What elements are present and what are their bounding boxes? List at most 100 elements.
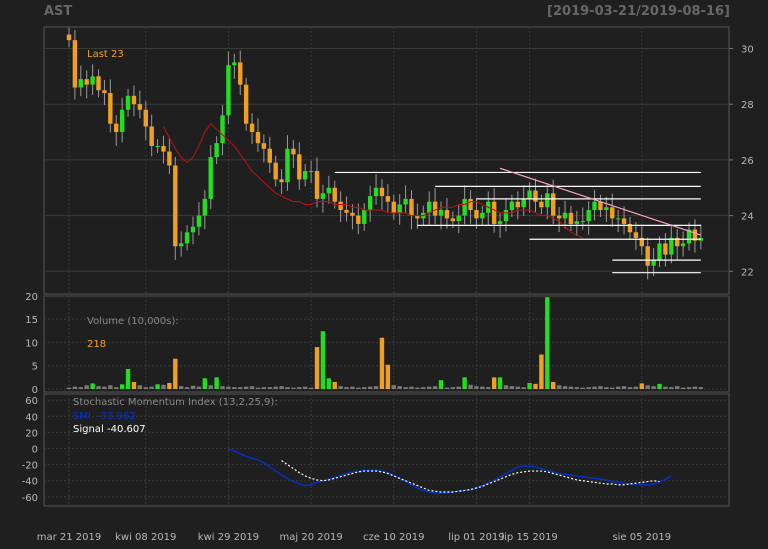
x-tick-label: kwi 29 2019 bbox=[198, 532, 259, 543]
candle-up bbox=[545, 193, 550, 208]
smi-tick-label: 40 bbox=[25, 412, 38, 423]
candle-down bbox=[468, 198, 473, 211]
candle-down bbox=[279, 179, 284, 183]
volume-bar bbox=[633, 386, 639, 389]
chart-frame bbox=[43, 26, 730, 507]
candle-up bbox=[90, 76, 95, 85]
volume-bar bbox=[314, 347, 320, 389]
candle-down bbox=[131, 95, 137, 105]
volume-bar bbox=[267, 387, 272, 389]
volume-bar bbox=[338, 386, 343, 389]
volume-bar bbox=[509, 386, 515, 389]
smi-tick-label: -60 bbox=[22, 493, 38, 504]
grid-lines bbox=[44, 27, 729, 506]
volume-bar bbox=[356, 387, 361, 389]
volume-bar bbox=[72, 386, 78, 389]
candle-up bbox=[308, 171, 314, 173]
volume-bar bbox=[326, 378, 332, 389]
volume-bar bbox=[692, 386, 698, 389]
candle-down bbox=[332, 187, 337, 202]
volume-bar bbox=[486, 387, 491, 389]
volume-tick-label: 20 bbox=[25, 292, 38, 303]
candle-down bbox=[568, 212, 574, 224]
volume-bar bbox=[149, 386, 154, 389]
volume-bar bbox=[297, 387, 302, 389]
candle-down bbox=[108, 93, 113, 124]
price-tick-label: 26 bbox=[741, 156, 754, 167]
x-tick-label: maj 20 2019 bbox=[280, 532, 343, 543]
candle-down bbox=[297, 154, 302, 180]
smi-legend-value: -33.962 bbox=[97, 411, 136, 422]
volume-bar bbox=[503, 385, 509, 389]
volume-bar bbox=[615, 386, 621, 389]
volume-bar bbox=[444, 387, 450, 389]
volume-bar bbox=[308, 387, 314, 389]
candle-up bbox=[427, 201, 432, 213]
candle-up bbox=[651, 260, 656, 266]
volume-bar bbox=[344, 387, 349, 389]
candle-up bbox=[362, 210, 367, 224]
candle-down bbox=[409, 198, 414, 216]
candle-up bbox=[214, 143, 219, 158]
volume-bar bbox=[196, 386, 202, 389]
candle-down bbox=[66, 34, 72, 41]
smi-panel-frame bbox=[43, 393, 730, 507]
volume-bar bbox=[178, 386, 184, 389]
volume-bar bbox=[480, 386, 485, 389]
candle-up bbox=[669, 237, 674, 255]
candle-up bbox=[178, 243, 184, 247]
candle-up bbox=[615, 218, 621, 220]
candle-up bbox=[226, 65, 231, 116]
volume-bar bbox=[332, 382, 337, 389]
candle-down bbox=[149, 126, 154, 146]
volume-bar bbox=[421, 387, 426, 389]
candle-up bbox=[562, 212, 568, 219]
candle-down bbox=[161, 145, 166, 152]
volume-bar bbox=[651, 386, 656, 389]
volume-bar bbox=[238, 387, 243, 389]
smi-title: Stochastic Momentum Index (13,2,25,9): bbox=[73, 397, 278, 408]
volume-bar bbox=[680, 387, 686, 389]
stock-chart: mar 21 2019 kwi 08 2019 kwi 29 2019 maj 20 … bbox=[22, 26, 754, 543]
volume-bar bbox=[580, 387, 585, 389]
volume-bar bbox=[190, 385, 196, 389]
candle-down bbox=[173, 165, 178, 247]
price-tick-label: 24 bbox=[741, 212, 754, 223]
candle-up bbox=[521, 198, 526, 208]
volume-bar bbox=[261, 387, 267, 389]
candle-down bbox=[539, 201, 544, 208]
volume-bar bbox=[604, 387, 609, 389]
volume-bar bbox=[320, 331, 326, 389]
volume-bar bbox=[675, 386, 680, 389]
candle-down bbox=[621, 218, 627, 224]
volume-bar bbox=[409, 386, 414, 389]
candle-up bbox=[155, 145, 160, 147]
volume-bar bbox=[125, 368, 131, 389]
candle-down bbox=[432, 201, 438, 216]
candle-up bbox=[232, 62, 237, 66]
volume-bar bbox=[161, 384, 166, 389]
candle-up bbox=[208, 157, 213, 199]
volume-bar bbox=[556, 385, 562, 389]
volume-tick-label: 10 bbox=[25, 338, 38, 349]
volume-bar bbox=[657, 383, 662, 389]
volume-bar bbox=[114, 387, 119, 389]
volume-bar bbox=[397, 386, 402, 389]
candle-down bbox=[243, 84, 249, 124]
candle-up bbox=[303, 171, 308, 180]
candle-up bbox=[503, 210, 509, 222]
volume-tick-label: 15 bbox=[25, 315, 38, 326]
volume-bar bbox=[456, 386, 461, 389]
candle-up bbox=[574, 221, 580, 224]
candle-down bbox=[663, 243, 668, 255]
candle-up bbox=[285, 148, 290, 183]
candle-down bbox=[515, 201, 520, 208]
candle-down bbox=[338, 201, 343, 211]
candle-up bbox=[657, 243, 662, 261]
smi-tick-label: 60 bbox=[25, 396, 38, 407]
candle-up bbox=[373, 187, 379, 197]
candle-up bbox=[438, 210, 444, 216]
candle-down bbox=[143, 109, 148, 127]
candle-down bbox=[249, 123, 255, 133]
volume-bar bbox=[438, 380, 444, 389]
